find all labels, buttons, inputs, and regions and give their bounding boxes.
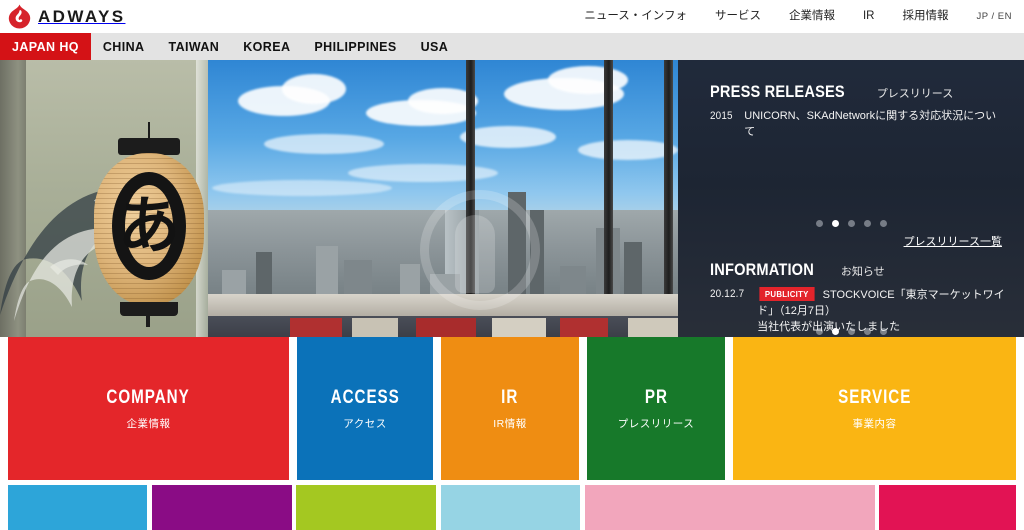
nav-service[interactable]: サービス <box>701 0 775 33</box>
tile-service[interactable]: SERVICE 事業内容 <box>733 337 1016 480</box>
japanese-lantern: あ <box>90 122 208 337</box>
information-date: 20.12.7 <box>710 288 745 300</box>
press-release-text: UNICORN、SKAdNetworkに関する対応状況について <box>744 110 997 138</box>
tile-secondary-5[interactable] <box>585 485 875 530</box>
carousel-dot-active[interactable] <box>831 328 839 335</box>
press-releases-block: PRESS RELEASES プレスリリース 2015 UNICORN、SKAd… <box>710 82 1006 141</box>
logo-wordmark: ADWAYS <box>38 6 126 26</box>
carousel-dot[interactable] <box>863 328 871 335</box>
information-title-en: INFORMATION <box>710 260 814 279</box>
window-mullion <box>664 60 673 306</box>
tile-secondary-6[interactable] <box>879 485 1016 530</box>
press-releases-more-link[interactable]: プレスリリース一覧 <box>904 233 1002 249</box>
lantern-tail <box>146 315 150 327</box>
press-releases-title-en: PRESS RELEASES <box>710 82 845 101</box>
secondary-tile-grid <box>0 485 1024 530</box>
carousel-dot[interactable] <box>847 328 855 335</box>
site-logo[interactable]: ADWAYS <box>8 2 125 30</box>
region-navigation: JAPAN HQ CHINA TAIWAN KOREA PHILIPPINES … <box>0 33 1024 60</box>
primary-tile-grid: COMPANY 企業情報 ACCESS アクセス IR IR情報 PR プレスリ… <box>0 337 1024 480</box>
carousel-dot[interactable] <box>879 220 887 227</box>
region-item-korea[interactable]: KOREA <box>231 33 302 60</box>
tile-pr-label-en: PR <box>644 386 668 408</box>
region-item-japan-hq[interactable]: JAPAN HQ <box>0 33 91 60</box>
tile-secondary-1[interactable] <box>8 485 147 530</box>
tile-pr-label-jp: プレスリリース <box>617 417 695 430</box>
carousel-dot[interactable] <box>879 328 887 335</box>
carousel-dot[interactable] <box>815 220 823 227</box>
news-panel: PRESS RELEASES プレスリリース 2015 UNICORN、SKAd… <box>678 60 1024 337</box>
tile-pr[interactable]: PR プレスリリース <box>587 337 725 480</box>
site-header: ADWAYS ニュース・インフォ サービス 企業情報 IR 採用情報 JP / … <box>0 0 1024 33</box>
tile-ir-label-en: IR <box>501 386 519 408</box>
tile-access[interactable]: ACCESS アクセス <box>297 337 433 480</box>
tile-company-label-en: COMPANY <box>106 386 191 408</box>
tile-secondary-4[interactable] <box>441 485 580 530</box>
lantern-base <box>120 302 178 316</box>
window-mullion <box>604 60 613 306</box>
nav-language-switch[interactable]: JP / EN <box>962 0 1016 33</box>
tile-access-label-jp: アクセス <box>343 417 387 430</box>
tile-ir[interactable]: IR IR情報 <box>441 337 579 480</box>
nav-company-info[interactable]: 企業情報 <box>775 0 849 33</box>
watermark-overlay <box>420 190 540 310</box>
carousel-dot-active[interactable] <box>831 220 839 227</box>
global-navigation: ニュース・インフォ サービス 企業情報 IR 採用情報 JP / EN <box>570 0 1016 33</box>
carousel-dot[interactable] <box>815 328 823 335</box>
nav-recruit[interactable]: 採用情報 <box>888 0 962 33</box>
region-item-philippines[interactable]: PHILIPPINES <box>302 33 408 60</box>
carousel-dot[interactable] <box>863 220 871 227</box>
information-title-jp: お知らせ <box>840 266 885 278</box>
tile-service-label-en: SERVICE <box>837 386 912 408</box>
tile-company[interactable]: COMPANY 企業情報 <box>8 337 289 480</box>
region-item-china[interactable]: CHINA <box>91 33 157 60</box>
information-carousel-dots[interactable] <box>678 328 1024 335</box>
lantern-kana-character: あ <box>117 189 180 262</box>
carousel-dot[interactable] <box>847 220 855 227</box>
region-item-usa[interactable]: USA <box>409 33 461 60</box>
nav-ir[interactable]: IR <box>849 0 889 33</box>
press-releases-title-jp: プレスリリース <box>876 88 954 100</box>
adways-flame-icon <box>8 4 31 29</box>
information-block: INFORMATION お知らせ 20.12.7 PUBLICITY STOCKV… <box>710 260 1006 336</box>
information-heading: INFORMATION お知らせ <box>710 260 1006 280</box>
tile-secondary-3[interactable] <box>296 485 436 530</box>
press-carousel-dots[interactable] <box>678 220 1024 227</box>
tile-company-label-jp: 企業情報 <box>126 417 171 430</box>
tile-service-label-jp: 事業内容 <box>852 417 897 430</box>
tile-ir-label-jp: IR情報 <box>493 417 527 430</box>
hero-banner: あ PRESS RELEASES プレスリリース 2015 UNICORN、SK… <box>0 60 1024 337</box>
region-item-taiwan[interactable]: TAIWAN <box>156 33 231 60</box>
tile-secondary-2[interactable] <box>152 485 292 530</box>
press-release-item[interactable]: 2015 UNICORN、SKAdNetworkに関する対応状況について <box>710 109 1006 141</box>
publicity-tag: PUBLICITY <box>759 287 815 302</box>
tile-access-label-en: ACCESS <box>330 386 400 408</box>
press-release-date: 2015 <box>710 110 733 122</box>
press-releases-heading: PRESS RELEASES プレスリリース <box>710 82 1006 102</box>
nav-news-info[interactable]: ニュース・インフォ <box>570 0 701 33</box>
